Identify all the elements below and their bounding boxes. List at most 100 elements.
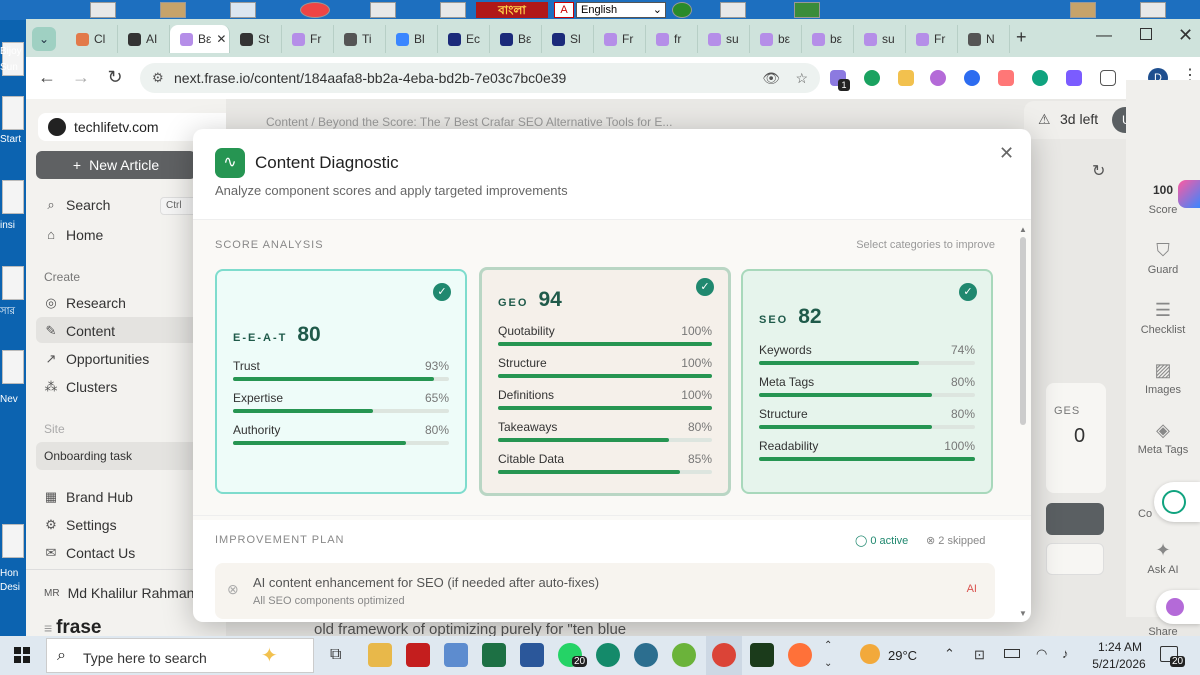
tab-10[interactable]: Fr bbox=[594, 25, 646, 53]
new-tab-button[interactable]: + bbox=[1016, 27, 1027, 48]
bangla-keyboard-label[interactable]: বাংলা bbox=[476, 2, 548, 18]
sidebar-item-search[interactable]: ⌕ Search bbox=[44, 197, 110, 213]
file-explorer-icon[interactable] bbox=[368, 643, 392, 667]
sidebar-item-settings[interactable]: ⚙ Settings bbox=[44, 517, 116, 533]
rail-images[interactable]: ▨ Images bbox=[1126, 360, 1200, 396]
volume-icon[interactable]: ♪ bbox=[1062, 646, 1069, 661]
chrome-icon[interactable] bbox=[712, 643, 736, 667]
user-profile[interactable]: MR Md Khalilur Rahman bbox=[44, 585, 194, 601]
meet-icon[interactable]: ⊡ bbox=[974, 647, 985, 663]
rail-guard[interactable]: ⛉ Guard bbox=[1126, 240, 1200, 276]
tab-7[interactable]: Ec bbox=[438, 25, 490, 53]
close-tab-icon[interactable]: ✕ bbox=[216, 32, 226, 46]
forward-button[interactable]: → bbox=[70, 67, 92, 88]
firefox-icon[interactable] bbox=[788, 643, 812, 667]
reload-button[interactable]: ↻ bbox=[104, 67, 126, 88]
scroll-down-icon[interactable]: ▼ bbox=[1019, 609, 1027, 618]
back-button[interactable]: ← bbox=[36, 67, 58, 88]
doc-icon[interactable] bbox=[1140, 2, 1166, 18]
eye-off-icon[interactable]: 👁 bbox=[762, 63, 780, 93]
taskbar-search-input[interactable]: ⌕ Type here to search ✦ bbox=[46, 638, 314, 673]
windows-start-button[interactable] bbox=[14, 647, 30, 663]
matrix-app-icon[interactable] bbox=[750, 643, 774, 667]
doc-icon[interactable] bbox=[720, 2, 746, 18]
extensions-puzzle-icon[interactable] bbox=[1100, 70, 1116, 86]
wifi-icon[interactable]: ◠ bbox=[1036, 646, 1047, 662]
sidebar-item-home[interactable]: ⌂ Home bbox=[44, 227, 103, 243]
tab-15[interactable]: su bbox=[854, 25, 906, 53]
battery-icon[interactable] bbox=[1004, 649, 1020, 658]
language-select[interactable]: English ⌄ bbox=[576, 2, 666, 18]
bookmark-star-icon[interactable]: ☆ bbox=[795, 63, 808, 93]
desktop-file-icon[interactable] bbox=[2, 524, 24, 558]
plan-item[interactable]: ⊗ AI content enhancement for SEO (if nee… bbox=[215, 563, 995, 619]
tab-4[interactable]: Fr bbox=[282, 25, 334, 53]
tab-1[interactable]: AI bbox=[118, 25, 170, 53]
tab-17[interactable]: N bbox=[958, 25, 1010, 53]
q-app-icon[interactable] bbox=[672, 643, 696, 667]
chevron-down-icon[interactable]: ⌄ bbox=[824, 658, 832, 669]
desktop-file-icon[interactable] bbox=[2, 350, 24, 384]
task-view-icon[interactable]: ⧉ bbox=[330, 646, 341, 664]
brain-icon[interactable] bbox=[930, 70, 946, 86]
sidebar-item-clusters[interactable]: ⁂ Clusters bbox=[44, 379, 118, 395]
scroll-up-icon[interactable]: ▲ bbox=[1019, 225, 1027, 234]
refresh-icon[interactable]: ↻ bbox=[1092, 161, 1105, 181]
desktop-file-icon[interactable] bbox=[2, 180, 24, 214]
network-app-icon[interactable] bbox=[444, 643, 468, 667]
globe-icon[interactable] bbox=[672, 2, 692, 18]
rail-meta-tags[interactable]: ◈ Meta Tags bbox=[1126, 420, 1200, 456]
tab-11[interactable]: fr bbox=[646, 25, 698, 53]
fox-icon[interactable] bbox=[1066, 70, 1082, 86]
side-action-button[interactable] bbox=[1046, 503, 1104, 535]
category-card-eeat[interactable]: ✓ E-E-A-T 80 Trust 93% Expertise 65% Authority 8… bbox=[215, 269, 467, 494]
spreadsheet-icon[interactable] bbox=[794, 2, 820, 18]
camera-icon[interactable] bbox=[998, 70, 1014, 86]
sidebar-item-research[interactable]: ◎ Research bbox=[44, 295, 126, 311]
close-window-button[interactable]: ✕ bbox=[1178, 25, 1193, 46]
category-card-seo[interactable]: ✓ SEO 82 Keywords 74% Meta Tags 80% Structure 80… bbox=[741, 269, 993, 494]
minimize-button[interactable]: — bbox=[1096, 27, 1112, 45]
desktop-file-icon[interactable] bbox=[2, 266, 24, 300]
new-article-button[interactable]: + New Article bbox=[36, 151, 196, 179]
doc-icon[interactable] bbox=[370, 2, 396, 18]
weather-icon[interactable] bbox=[860, 644, 880, 664]
tab-2[interactable]: Bε ✕ bbox=[170, 25, 230, 53]
folder-icon[interactable] bbox=[1070, 2, 1096, 18]
tab-6[interactable]: Bl bbox=[386, 25, 438, 53]
tab-3[interactable]: St bbox=[230, 25, 282, 53]
chatgpt-icon[interactable] bbox=[1032, 70, 1048, 86]
adobe-icon[interactable]: A bbox=[554, 2, 574, 18]
chrome-icon[interactable] bbox=[300, 2, 330, 18]
tab-14[interactable]: bε bbox=[802, 25, 854, 53]
tab-8[interactable]: Bε bbox=[490, 25, 542, 53]
sidebar-item-content[interactable]: ✎ Content bbox=[44, 323, 116, 339]
tab-13[interactable]: bε bbox=[750, 25, 802, 53]
sidebar-item-contact[interactable]: ✉ Contact Us bbox=[44, 545, 136, 561]
chatgpt-float-button[interactable] bbox=[1154, 482, 1200, 522]
maximize-button[interactable] bbox=[1140, 28, 1152, 40]
tab-9[interactable]: Sl bbox=[542, 25, 594, 53]
bangla-app-icon[interactable] bbox=[406, 643, 430, 667]
modal-scrollbar[interactable] bbox=[1020, 237, 1026, 425]
tray-chevron-icon[interactable]: ⌃ bbox=[944, 646, 955, 662]
url-bar[interactable]: ⚙ next.frase.io/content/184aafa8-bb2a-4e… bbox=[140, 63, 820, 93]
onboarding-task-button[interactable]: Onboarding task bbox=[36, 442, 206, 470]
rail-checklist[interactable]: ☰ Checklist bbox=[1126, 300, 1200, 336]
category-card-geo[interactable]: ✓ GEO 94 Quotability 100% Structure 100% Defini… bbox=[479, 267, 731, 496]
chevron-up-icon[interactable]: ⌃ bbox=[824, 640, 832, 651]
globe-app-icon[interactable] bbox=[596, 643, 620, 667]
tab-5[interactable]: Ti bbox=[334, 25, 386, 53]
magnifier-app-icon[interactable] bbox=[634, 643, 658, 667]
mail-icon[interactable] bbox=[898, 70, 914, 86]
sidebar-item-opportunities[interactable]: ↗ Opportunities bbox=[44, 351, 150, 367]
word-icon[interactable] bbox=[520, 643, 544, 667]
site-info-icon[interactable]: ⚙ bbox=[152, 63, 164, 93]
side-input[interactable] bbox=[1046, 543, 1104, 575]
desktop-file-icon[interactable] bbox=[2, 96, 24, 130]
folder-icon[interactable] bbox=[160, 2, 186, 18]
doc-icon[interactable] bbox=[90, 2, 116, 18]
tab-12[interactable]: su bbox=[698, 25, 750, 53]
sidebar-item-brand-hub[interactable]: ▦ Brand Hub bbox=[44, 489, 133, 505]
tab-16[interactable]: Fr bbox=[906, 25, 958, 53]
